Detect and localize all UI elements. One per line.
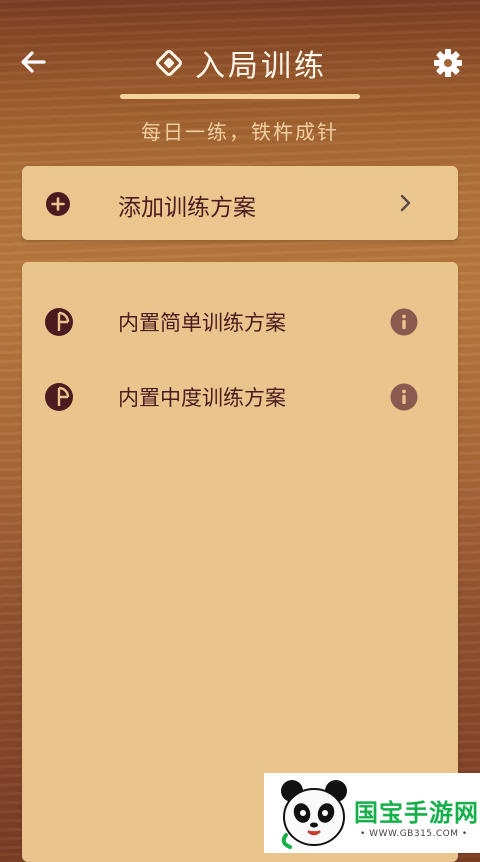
info-icon[interactable] (390, 383, 418, 411)
pie-chart-icon (45, 383, 73, 411)
panda-logo-icon (281, 780, 347, 849)
watermark-text: 国宝手游网 (354, 799, 479, 827)
page-title: 入局训练 (195, 49, 327, 84)
arrow-left-icon (21, 51, 46, 73)
page-title-group: 入局训练 (120, 40, 360, 86)
page-subtitle: 每日一练，铁杵成针 (141, 120, 339, 144)
settings-button[interactable] (430, 45, 466, 81)
gear-icon (434, 49, 462, 77)
watermark: 国宝手游网 • WWW.GB315.COM • (264, 773, 480, 853)
add-plan-button[interactable]: 添加训练方案 (22, 166, 458, 240)
list-item-plan-simple[interactable]: 内置简单训练方案 (22, 291, 458, 351)
back-button[interactable] (18, 45, 48, 79)
pie-chart-icon (45, 308, 73, 336)
watermark-url: • WWW.GB315.COM • (360, 829, 468, 839)
plus-circle-icon (46, 192, 70, 216)
info-icon[interactable] (390, 308, 418, 336)
diamond-outline-icon (156, 50, 182, 76)
add-plan-label: 添加训练方案 (118, 195, 256, 221)
list-item-plan-medium[interactable]: 内置中度训练方案 (22, 366, 458, 426)
chevron-right-icon (400, 194, 411, 212)
plan-label: 内置简单训练方案 (118, 311, 286, 335)
plan-label: 内置中度训练方案 (118, 386, 286, 410)
plan-list: 内置简单训练方案 内置中度训练方案 (22, 262, 458, 862)
title-underline (120, 94, 360, 99)
